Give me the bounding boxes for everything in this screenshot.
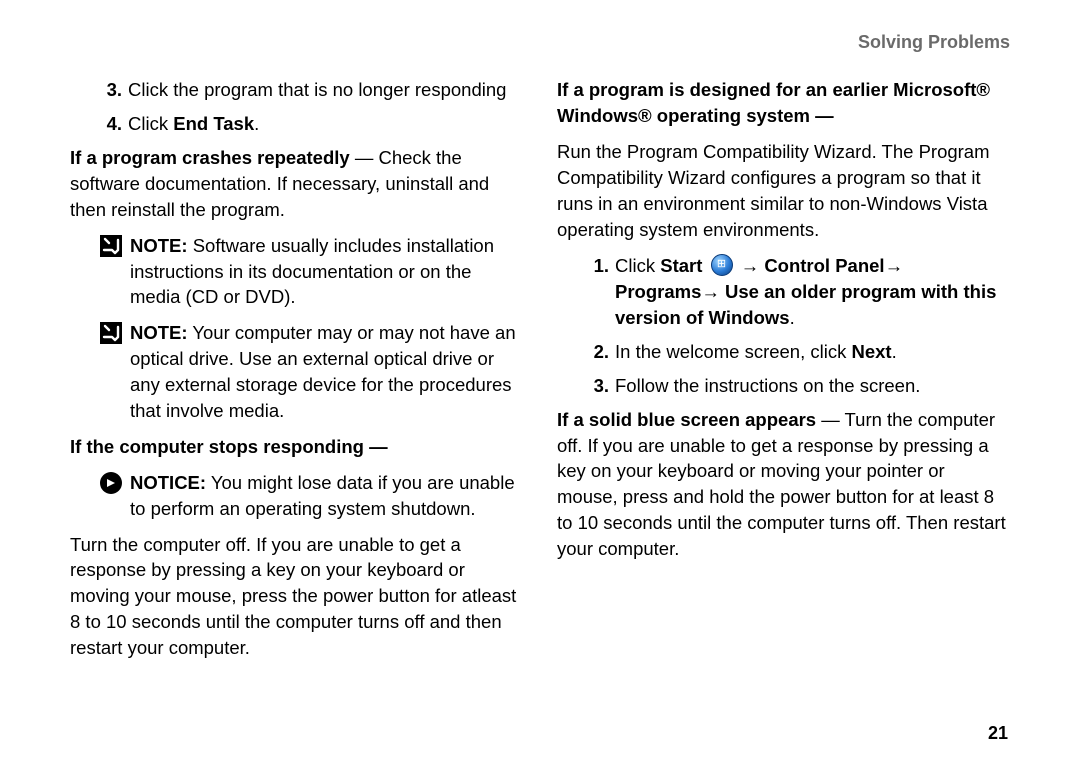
r2-pre: In the welcome screen, click bbox=[615, 341, 851, 362]
note-label: NOTE: bbox=[130, 322, 188, 343]
para-stops: If the computer stops responding — bbox=[70, 434, 523, 460]
para-earlier: If a program is designed for an earlier … bbox=[557, 77, 1010, 129]
right-step-2: 2. In the welcome screen, click Next. bbox=[587, 339, 1010, 365]
notice-block: NOTICE: You might lose data if you are u… bbox=[100, 470, 523, 522]
r1-post: . bbox=[790, 307, 795, 328]
next-bold: Next bbox=[851, 341, 891, 362]
note-1: NOTE: Software usually includes installa… bbox=[100, 233, 523, 311]
right-column: If a program is designed for an earlier … bbox=[557, 77, 1010, 671]
r2-post: . bbox=[892, 341, 897, 362]
para-turnoff: Turn the computer off. If you are unable… bbox=[70, 532, 523, 661]
note-block: NOTE: Software usually includes installa… bbox=[100, 233, 523, 424]
right-step-3: 3. Follow the instructions on the screen… bbox=[587, 373, 1010, 399]
note-2: NOTE: Your computer may or may not have … bbox=[100, 320, 523, 424]
document-page: Solving Problems 3. Click the program th… bbox=[0, 0, 1080, 671]
para-wizard: Run the Program Compatibility Wizard. Th… bbox=[557, 139, 1010, 243]
arrow2: → bbox=[885, 255, 904, 276]
crashes-bold: If a program crashes repeatedly bbox=[70, 147, 350, 168]
cp-label: Control Panel bbox=[764, 255, 884, 276]
step-list-continued: 3. Click the program that is no longer r… bbox=[100, 77, 523, 137]
r1-pre: Click bbox=[615, 255, 660, 276]
step-number: 3. bbox=[587, 373, 609, 399]
note-text: Your computer may or may not have an opt… bbox=[130, 322, 516, 421]
right-step-1: 1. Click Start ⊞ → Control Panel→ Progra… bbox=[587, 253, 1010, 331]
left-column: 3. Click the program that is no longer r… bbox=[70, 77, 523, 671]
programs-label: Programs bbox=[615, 281, 701, 302]
note-body: NOTE: Your computer may or may not have … bbox=[130, 320, 523, 424]
arrow3: → bbox=[701, 281, 725, 302]
step-text: Click Start ⊞ → Control Panel→ Programs→… bbox=[615, 253, 1010, 331]
note-label: NOTE: bbox=[130, 235, 188, 256]
text-post: . bbox=[254, 113, 259, 134]
text-pre: Click bbox=[128, 113, 173, 134]
step-number: 2. bbox=[587, 339, 609, 365]
notice-row: NOTICE: You might lose data if you are u… bbox=[100, 470, 523, 522]
step-3: 3. Click the program that is no longer r… bbox=[100, 77, 523, 103]
step-text: Click End Task. bbox=[128, 111, 523, 137]
step-text: In the welcome screen, click Next. bbox=[615, 339, 1010, 365]
step-number: 3. bbox=[100, 77, 122, 103]
step-text: Click the program that is no longer resp… bbox=[128, 77, 523, 103]
notice-icon bbox=[100, 472, 122, 494]
blue-rest: — Turn the computer off. If you are unab… bbox=[557, 409, 1006, 559]
page-number: 21 bbox=[988, 721, 1008, 746]
stops-bold: If the computer stops responding — bbox=[70, 436, 388, 457]
note-icon bbox=[100, 235, 122, 257]
arrow1: → bbox=[741, 255, 765, 276]
note-icon bbox=[100, 322, 122, 344]
step-number: 4. bbox=[100, 111, 122, 137]
start-label: Start bbox=[660, 255, 702, 276]
note-body: NOTE: Software usually includes installa… bbox=[130, 233, 523, 311]
notice-body: NOTICE: You might lose data if you are u… bbox=[130, 470, 523, 522]
earlier-bold: If a program is designed for an earlier … bbox=[557, 79, 990, 126]
two-column-layout: 3. Click the program that is no longer r… bbox=[70, 77, 1010, 671]
para-crashes: If a program crashes repeatedly — Check … bbox=[70, 145, 523, 223]
blue-bold: If a solid blue screen appears bbox=[557, 409, 816, 430]
windows-start-orb-icon: ⊞ bbox=[711, 254, 733, 276]
page-header: Solving Problems bbox=[70, 30, 1010, 55]
text-bold: End Task bbox=[173, 113, 254, 134]
notice-label: NOTICE: bbox=[130, 472, 206, 493]
right-step-list: 1. Click Start ⊞ → Control Panel→ Progra… bbox=[587, 253, 1010, 399]
step-number: 1. bbox=[587, 253, 609, 331]
para-blue: If a solid blue screen appears — Turn th… bbox=[557, 407, 1010, 562]
step-text: Follow the instructions on the screen. bbox=[615, 373, 1010, 399]
step-4: 4. Click End Task. bbox=[100, 111, 523, 137]
